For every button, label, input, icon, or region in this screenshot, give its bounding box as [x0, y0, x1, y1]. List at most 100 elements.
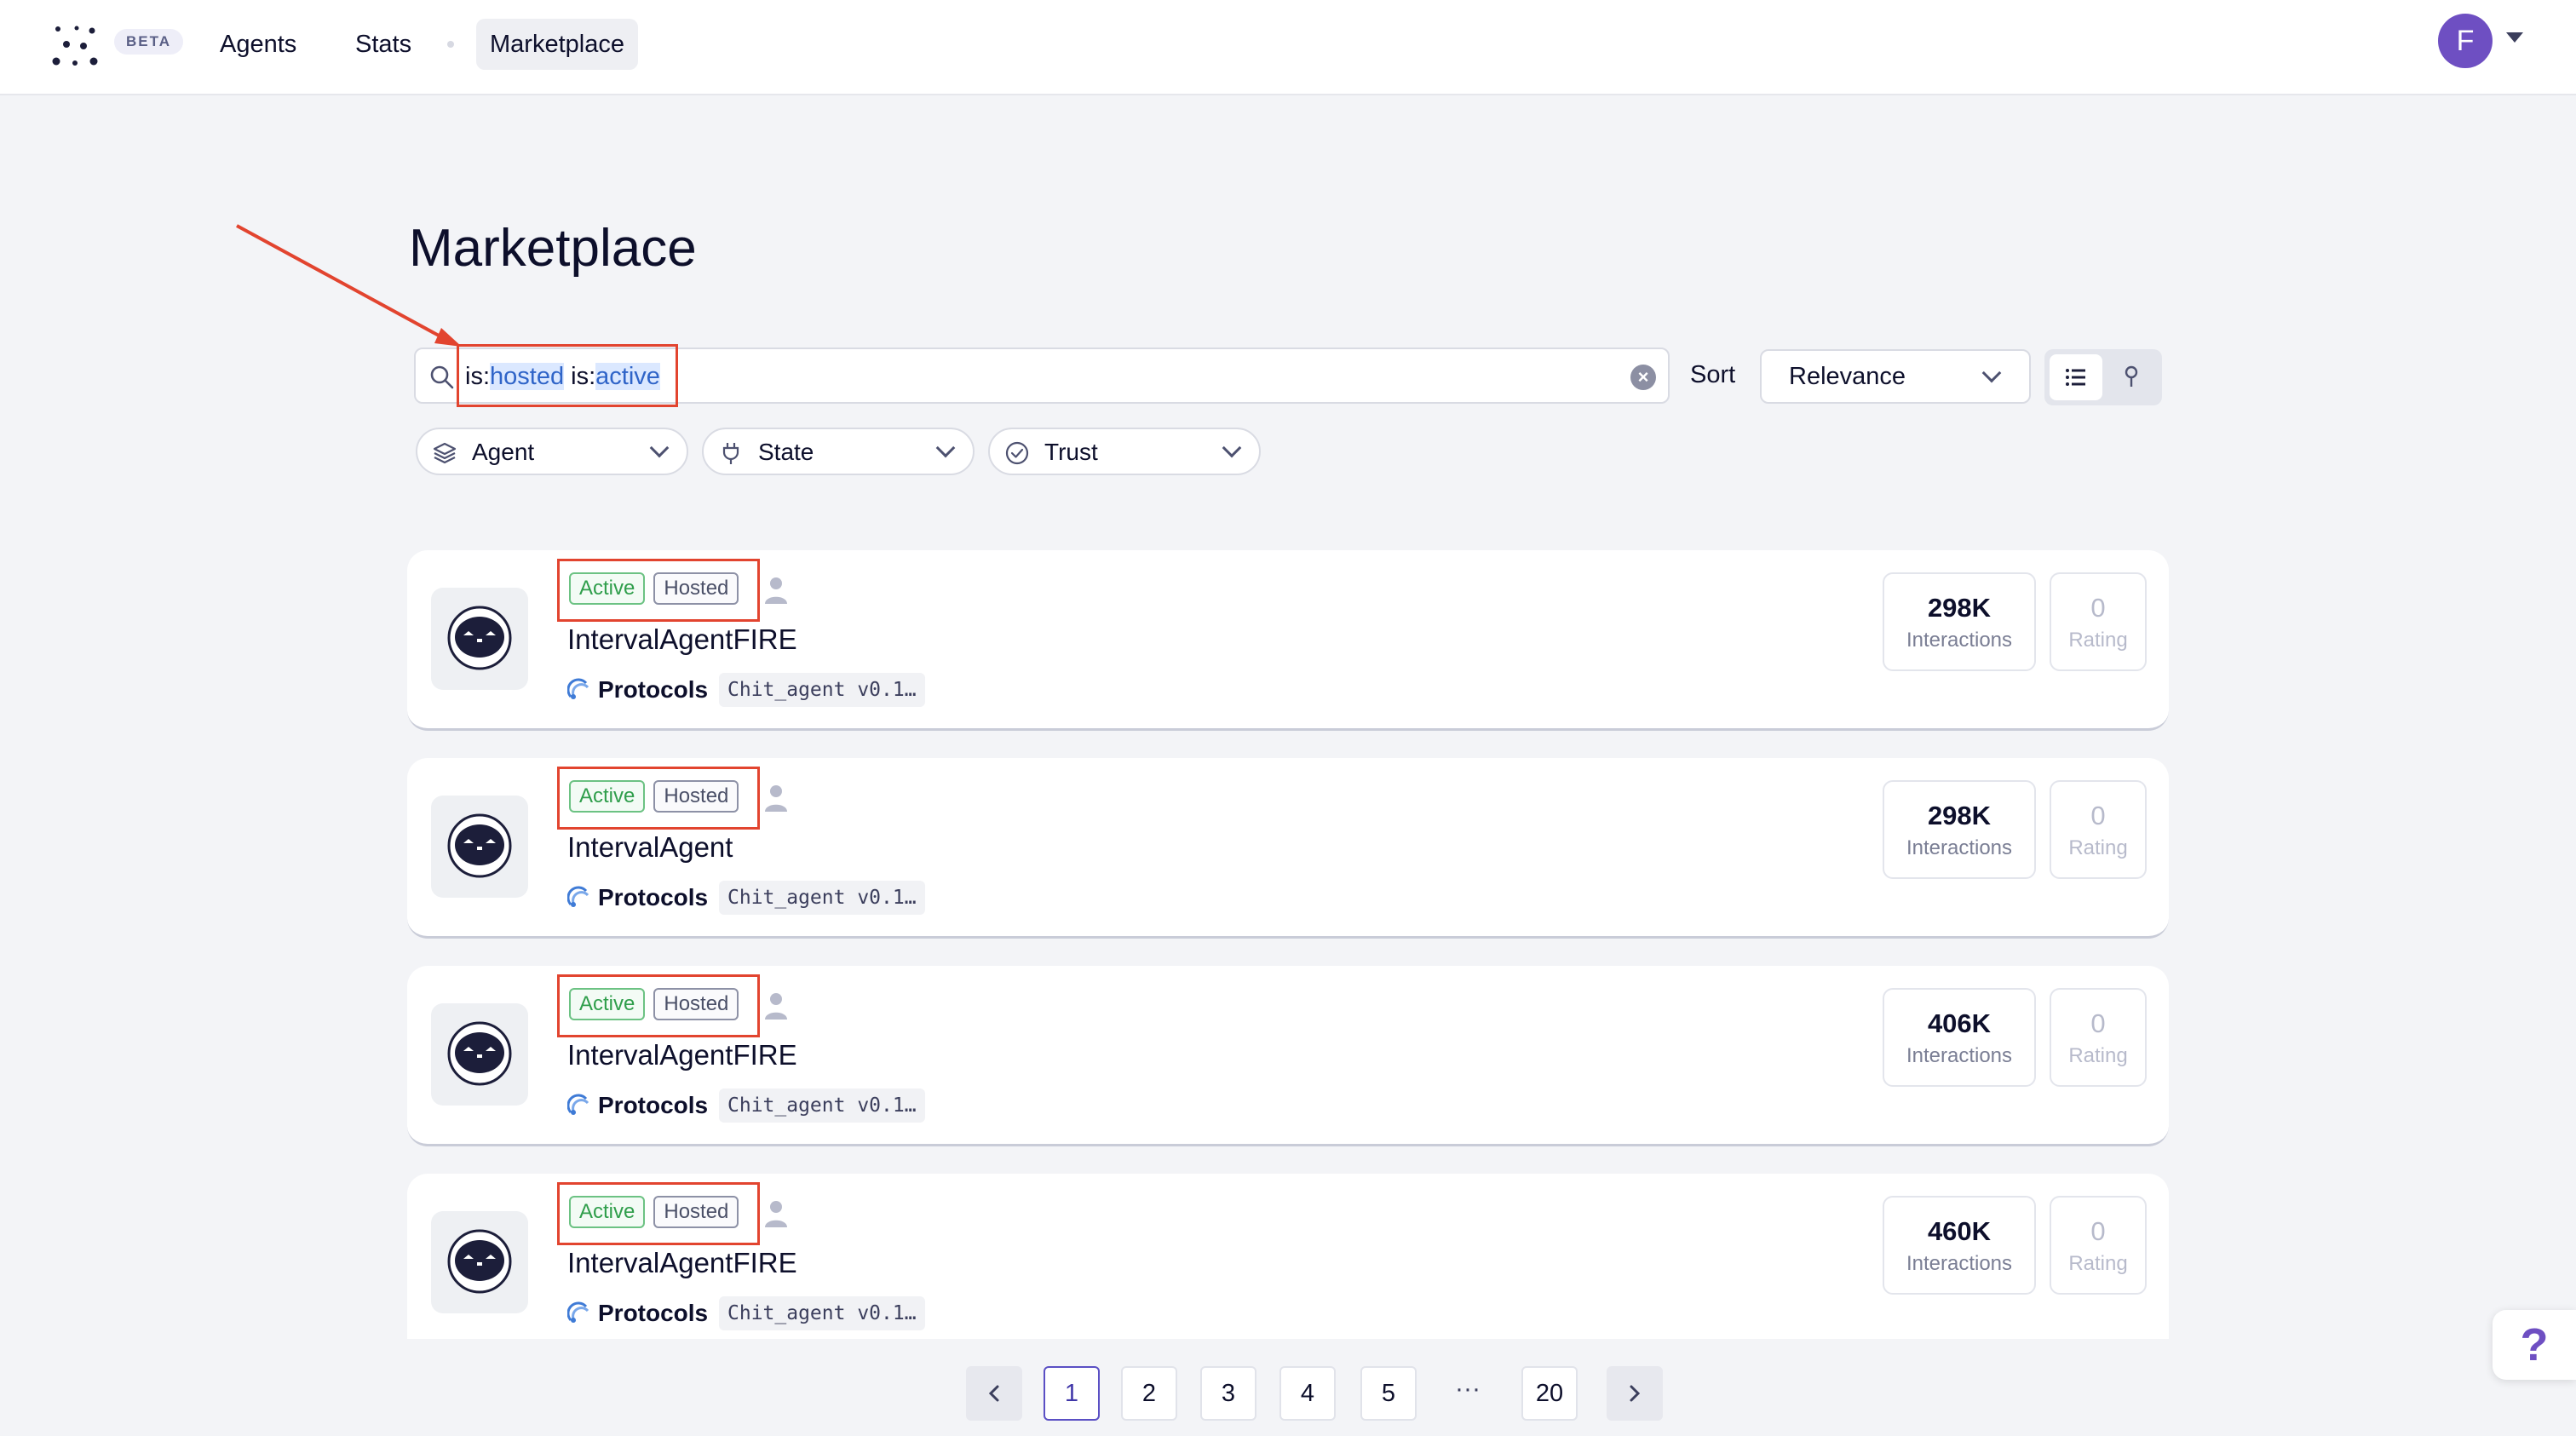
page-button-last[interactable]: 20 [1521, 1366, 1578, 1421]
chevron-down-icon [1222, 438, 1242, 458]
person-icon [765, 993, 787, 1020]
rating-stat: 0 Rating [2050, 572, 2147, 671]
close-circle-icon[interactable]: × [1630, 365, 1656, 390]
protocol-icon [567, 886, 589, 907]
interactions-label: Interactions [1906, 1252, 2013, 1275]
interactions-value: 298K [1927, 593, 1992, 623]
filter-agent-dropdown[interactable]: Agent [416, 428, 688, 475]
page-button-1[interactable]: 1 [1044, 1366, 1100, 1421]
nav-stats[interactable]: Stats [342, 19, 425, 70]
rating-stat: 0 Rating [2050, 1196, 2147, 1295]
interactions-label: Interactions [1906, 1044, 2013, 1067]
agent-name[interactable]: IntervalAgentFIRE [567, 1039, 797, 1071]
page-button-2[interactable]: 2 [1121, 1366, 1177, 1421]
annotation-highlight-box [557, 767, 760, 830]
interactions-value: 460K [1927, 1216, 1992, 1246]
page-button-5[interactable]: 5 [1360, 1366, 1417, 1421]
view-toggle [2044, 349, 2162, 405]
chevron-down-icon [935, 438, 956, 458]
annotation-highlight-box [557, 974, 760, 1037]
map-pin-icon [2125, 365, 2138, 387]
agent-name[interactable]: IntervalAgentFIRE [567, 1247, 797, 1279]
nav-marketplace[interactable]: Marketplace [476, 19, 638, 70]
rating-label: Rating [2068, 1044, 2128, 1067]
filter-label: State [758, 439, 814, 465]
rating-value: 0 [2090, 1008, 2106, 1038]
interactions-stat: 298K Interactions [1883, 780, 2036, 879]
layers-icon [433, 442, 457, 464]
top-navigation-bar: BETA Agents Stats Marketplace F [0, 0, 2576, 95]
pagination-ellipsis: ··· [1455, 1375, 1481, 1403]
list-icon [2066, 369, 2085, 386]
protocols-label: Protocols [598, 1300, 709, 1326]
caret-down-icon[interactable] [2506, 32, 2523, 43]
list-view-button[interactable] [2050, 354, 2102, 400]
rating-stat: 0 Rating [2050, 780, 2147, 879]
filter-trust-dropdown[interactable]: Trust [988, 428, 1261, 475]
nav-separator-dot [447, 41, 454, 48]
user-avatar[interactable]: F [2438, 14, 2493, 68]
check-circle-icon [1005, 441, 1029, 465]
interactions-label: Interactions [1906, 629, 2013, 652]
agent-avatar [431, 796, 528, 898]
interactions-label: Interactions [1906, 836, 2013, 859]
chevron-left-icon [988, 1385, 999, 1402]
protocols-label: Protocols [598, 1092, 709, 1118]
protocols-label: Protocols [598, 884, 709, 910]
robot-icon [447, 1229, 512, 1294]
agent-card[interactable]: Active Hosted IntervalAgentFIRE Protocols… [407, 550, 2169, 731]
agent-card[interactable]: Active Hosted IntervalAgent Protocols Chi… [407, 758, 2169, 939]
rating-stat: 0 Rating [2050, 988, 2147, 1087]
person-icon [765, 1201, 787, 1227]
agent-name[interactable]: IntervalAgentFIRE [567, 623, 797, 656]
annotation-highlight-box [457, 344, 678, 407]
filter-state-dropdown[interactable]: State [702, 428, 975, 475]
nav-agents[interactable]: Agents [206, 19, 310, 70]
prev-page-button[interactable] [966, 1366, 1022, 1421]
agent-avatar [431, 1003, 528, 1106]
filter-label: Agent [472, 439, 535, 465]
rating-label: Rating [2068, 1252, 2128, 1275]
chevron-down-icon [649, 438, 670, 458]
agent-avatar [431, 588, 528, 690]
page-button-3[interactable]: 3 [1200, 1366, 1256, 1421]
agent-avatar [431, 1211, 528, 1313]
agent-name[interactable]: IntervalAgent [567, 831, 733, 864]
person-icon [765, 785, 787, 812]
robot-icon [447, 813, 512, 878]
sort-selected-value: Relevance [1789, 363, 1906, 390]
sort-dropdown[interactable]: Relevance [1760, 349, 2031, 404]
annotation-highlight-box [557, 1182, 760, 1245]
interactions-value: 406K [1927, 1008, 1992, 1038]
protocol-icon [567, 1301, 589, 1323]
help-button[interactable]: ? [2493, 1310, 2576, 1380]
interactions-stat: 298K Interactions [1883, 572, 2036, 671]
search-icon [430, 365, 454, 389]
robot-icon [447, 1021, 512, 1086]
map-view-button[interactable] [2106, 354, 2157, 400]
agent-card[interactable]: Active Hosted IntervalAgentFIRE Protocols… [407, 966, 2169, 1146]
rating-label: Rating [2068, 836, 2128, 859]
person-icon [765, 577, 787, 604]
interactions-stat: 406K Interactions [1883, 988, 2036, 1087]
annotation-highlight-box [557, 559, 760, 622]
page-button-4[interactable]: 4 [1279, 1366, 1336, 1421]
rating-value: 0 [2090, 593, 2106, 623]
chevron-right-icon [1630, 1385, 1641, 1402]
protocol-chip: Chit_agent v0.1… [719, 1088, 925, 1123]
agent-card[interactable]: Active Hosted IntervalAgentFIRE Protocols… [407, 1174, 2169, 1339]
robot-icon [447, 606, 512, 670]
chevron-down-icon [1981, 363, 2002, 383]
protocol-chip: Chit_agent v0.1… [719, 1296, 925, 1330]
protocol-chip: Chit_agent v0.1… [719, 881, 925, 915]
rating-value: 0 [2090, 1216, 2106, 1246]
next-page-button[interactable] [1607, 1366, 1663, 1421]
protocol-chip: Chit_agent v0.1… [719, 673, 925, 707]
plug-icon [722, 443, 739, 464]
app-logo-icon[interactable] [49, 20, 101, 72]
sort-label: Sort [1690, 361, 1736, 388]
interactions-stat: 460K Interactions [1883, 1196, 2036, 1295]
filter-label: Trust [1044, 439, 1098, 465]
annotation-arrow [236, 224, 462, 347]
rating-value: 0 [2090, 801, 2106, 830]
